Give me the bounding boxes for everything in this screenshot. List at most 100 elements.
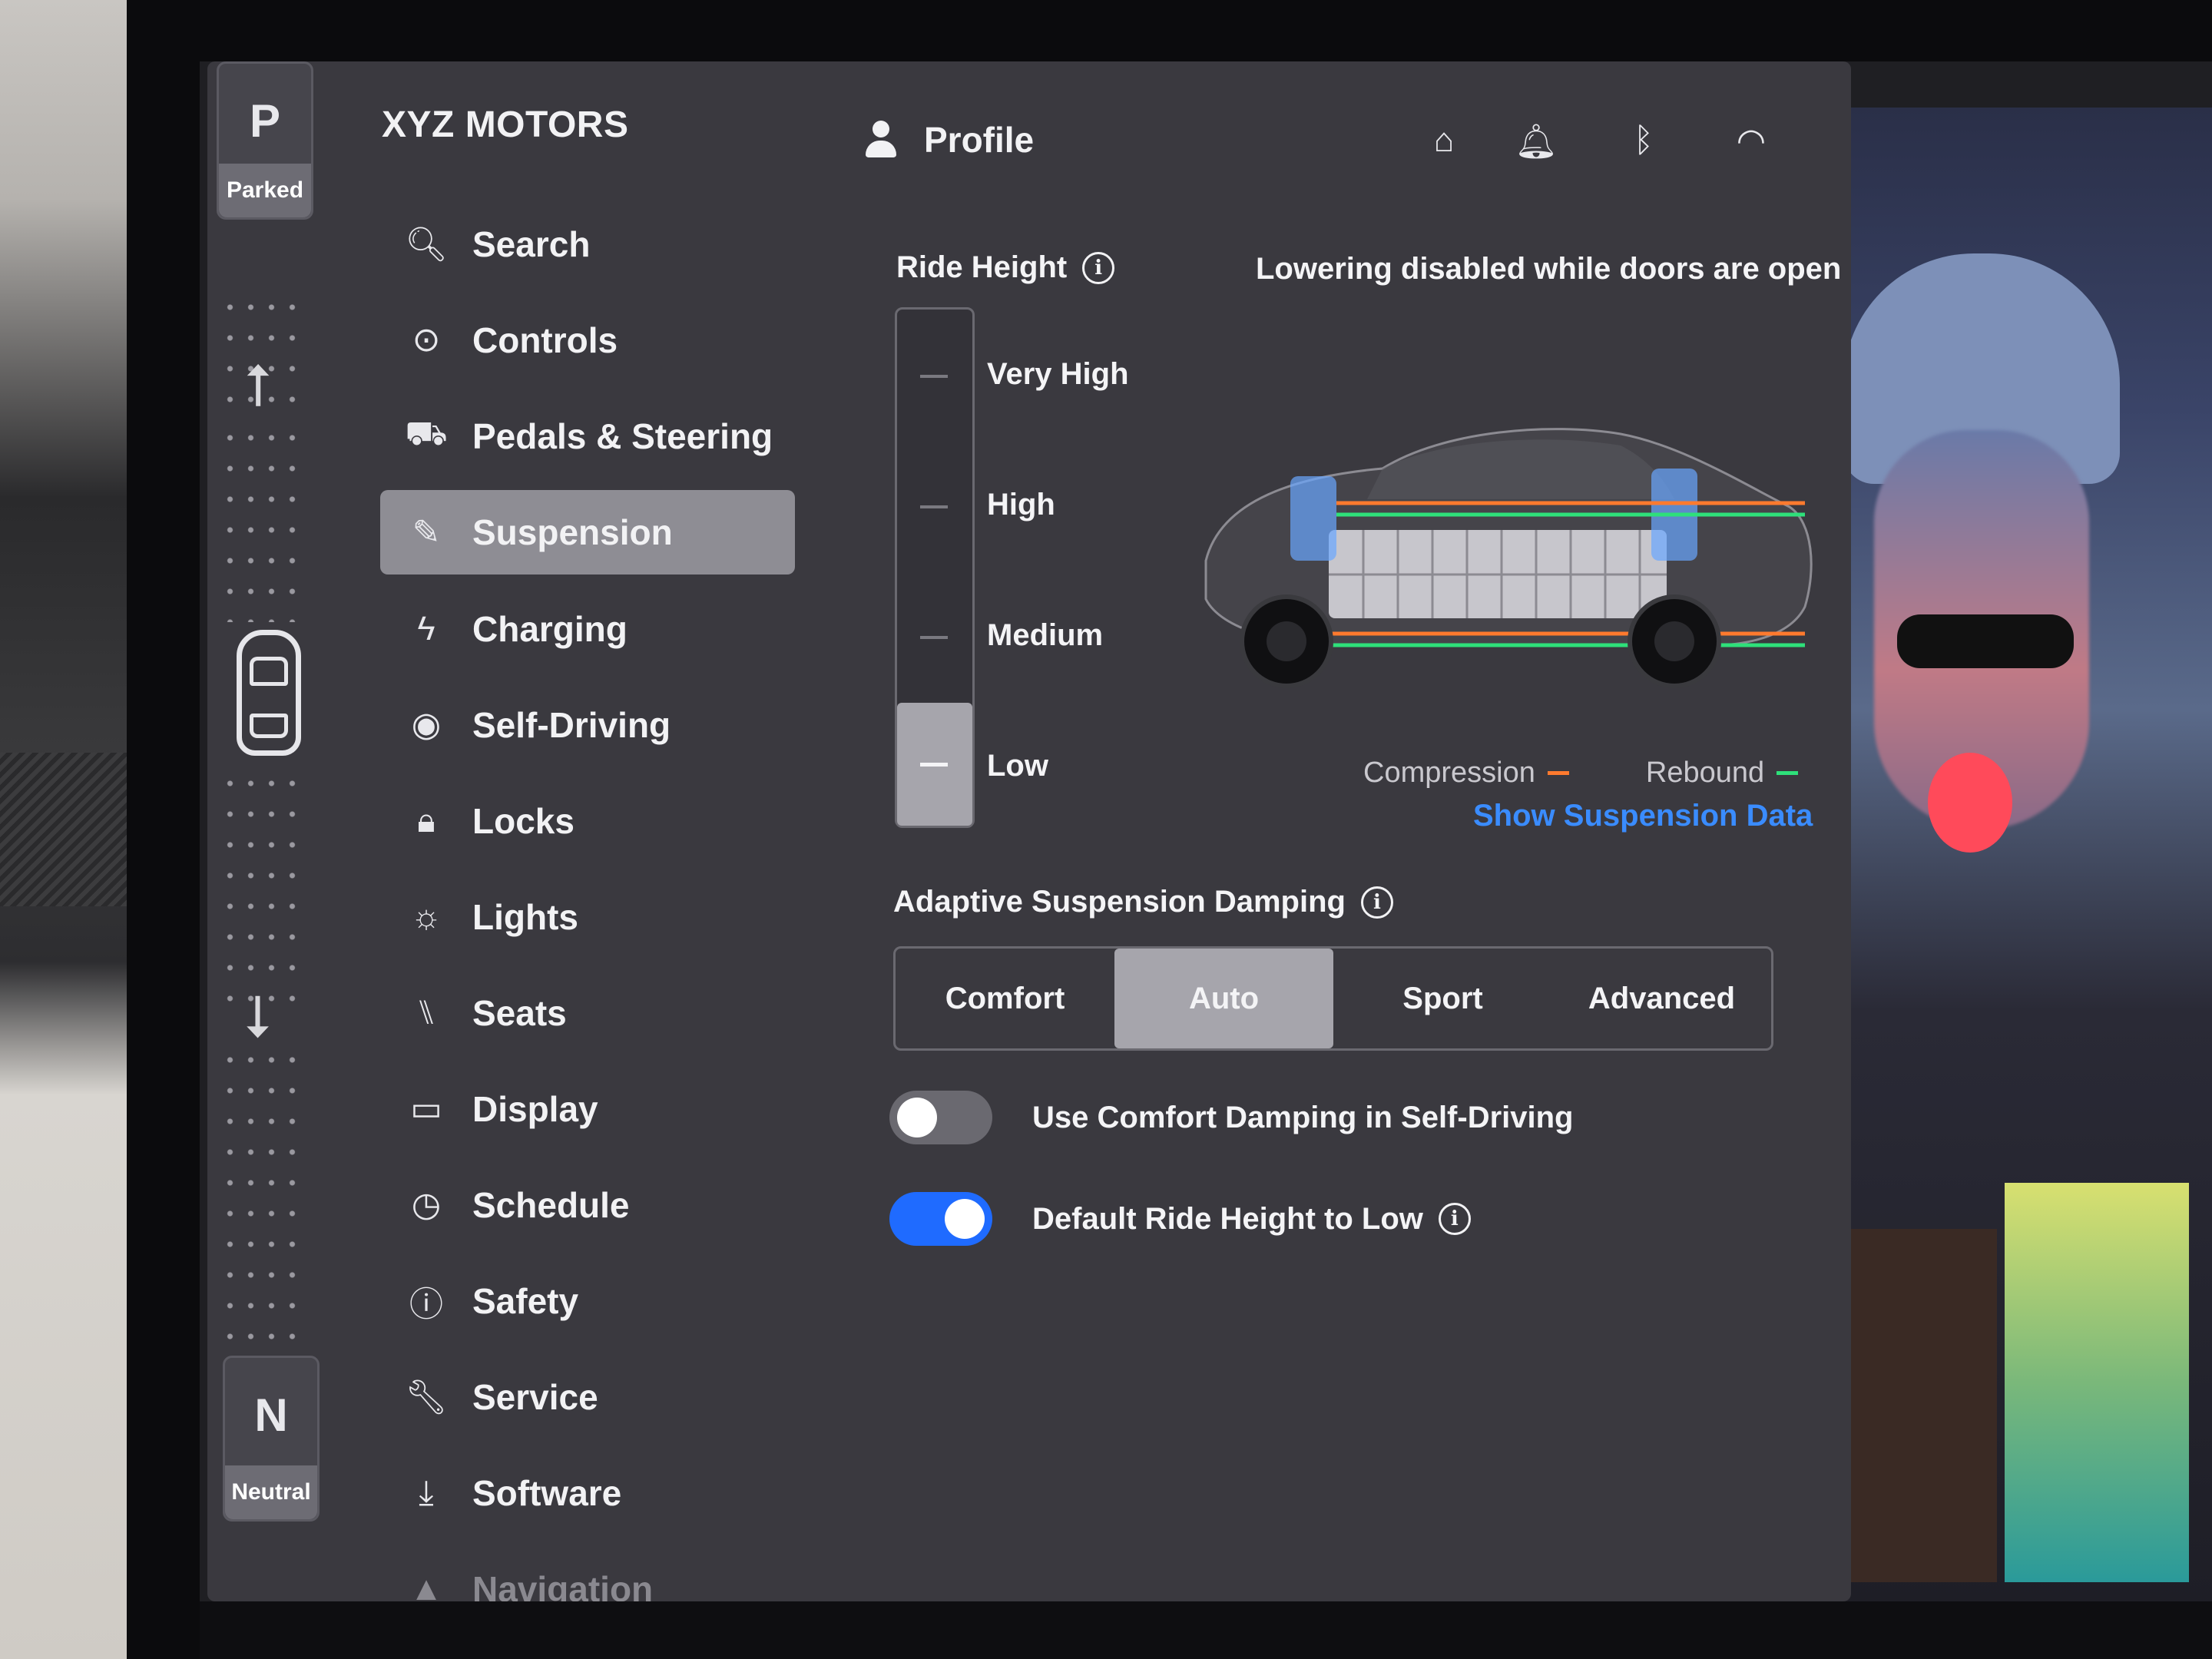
nav-item-seats[interactable]: ⑊ Seats xyxy=(380,965,795,1061)
gear-status-label: Neutral xyxy=(225,1465,317,1519)
background-video-area xyxy=(1828,108,2212,1613)
safety-icon: ⓘ xyxy=(409,1285,443,1323)
ride-height-title: Ride Height i xyxy=(896,250,1115,285)
lightning-icon: ϟ xyxy=(417,609,435,647)
lock-icon: 🔒︎ xyxy=(417,801,435,839)
nav-label: Lights xyxy=(472,896,578,937)
nav-item-schedule[interactable]: ◷ Schedule xyxy=(380,1157,795,1253)
nav-label: Search xyxy=(472,224,591,264)
carbon-trim xyxy=(0,753,127,906)
bell-icon[interactable]: 🔔︎ xyxy=(1482,121,1590,161)
settings-nav: 🔍︎ Search ⊙ Controls ⛟ Pedals & Steering… xyxy=(380,196,795,1637)
clock-icon: ◷ xyxy=(411,1186,442,1224)
video-thumbnail xyxy=(2005,1183,2189,1582)
comfort-damping-toggle[interactable] xyxy=(889,1091,992,1144)
nav-item-software[interactable]: ⤓ Software xyxy=(380,1445,795,1541)
default-ride-height-label: Default Ride Height to Low xyxy=(1032,1201,1423,1236)
nav-item-display[interactable]: ▭ Display xyxy=(380,1061,795,1157)
nav-label: Schedule xyxy=(472,1184,630,1225)
front-strut xyxy=(1290,476,1336,561)
info-icon[interactable]: i xyxy=(1360,886,1393,919)
gear-track-dots xyxy=(220,1045,304,1344)
gear-letter: P xyxy=(249,95,281,147)
video-thumbnail xyxy=(1828,1229,1997,1582)
rear-hub xyxy=(1654,621,1694,661)
profile-button[interactable]: Profile xyxy=(864,119,1034,161)
damping-option-auto[interactable]: Auto xyxy=(1114,949,1333,1048)
damping-option-advanced[interactable]: Advanced xyxy=(1552,949,1771,1048)
ride-height-option-medium[interactable]: Medium xyxy=(987,618,1103,653)
nav-label: Service xyxy=(472,1376,598,1417)
nav-label: Safety xyxy=(472,1280,579,1321)
bluetooth-icon[interactable]: ᛒ xyxy=(1590,121,1697,161)
rebound-label: Rebound xyxy=(1645,757,1765,789)
toggle-knob xyxy=(945,1199,985,1239)
nav-label: Self-Driving xyxy=(472,704,671,745)
default-ride-height-row: Default Ride Height to Low i xyxy=(889,1192,1471,1246)
slider-tick xyxy=(920,505,948,508)
garage-icon[interactable]: ⌂ xyxy=(1406,121,1482,161)
nav-label: Suspension xyxy=(472,512,673,552)
nav-item-search[interactable]: 🔍︎ Search xyxy=(380,196,795,292)
default-ride-height-toggle[interactable] xyxy=(889,1192,992,1246)
nav-label: Display xyxy=(472,1088,598,1129)
wifi-icon[interactable]: ◠ xyxy=(1697,121,1805,161)
toggle-icon: ⊙ xyxy=(412,321,441,359)
nav-item-charging[interactable]: ϟ Charging xyxy=(380,581,795,677)
damping-mode-selector: Comfort Auto Sport Advanced xyxy=(893,946,1773,1051)
nav-item-self-driving[interactable]: ◉ Self-Driving xyxy=(380,677,795,773)
nav-label: Charging xyxy=(472,608,628,649)
video-glasses xyxy=(1897,614,2074,668)
arrow-down-icon: ⭣ xyxy=(244,984,272,1049)
ride-height-option-high[interactable]: High xyxy=(987,488,1055,522)
lowering-disabled-note: Lowering disabled while doors are open xyxy=(1256,252,1842,286)
info-icon[interactable]: i xyxy=(1082,251,1115,284)
compression-label: Compression xyxy=(1363,757,1535,789)
compression-swatch xyxy=(1547,771,1569,775)
download-icon: ⤓ xyxy=(419,1473,434,1512)
gear-letter: N xyxy=(254,1389,288,1441)
display-icon: ▭ xyxy=(410,1090,442,1128)
rebound-swatch xyxy=(1777,771,1799,775)
comfort-damping-row: Use Comfort Damping in Self-Driving xyxy=(889,1091,1574,1144)
damping-option-sport[interactable]: Sport xyxy=(1333,949,1552,1048)
light-icon: ☼ xyxy=(410,897,442,935)
person-icon xyxy=(864,121,898,159)
damping-option-comfort[interactable]: Comfort xyxy=(896,949,1114,1048)
gear-selector[interactable]: P Parked ⭡ ⭣ N Neutral xyxy=(214,61,320,1567)
video-mouth xyxy=(1928,753,2012,853)
nav-item-pedals-steering[interactable]: ⛟ Pedals & Steering xyxy=(380,388,795,484)
ride-height-label: Ride Height xyxy=(896,250,1068,284)
profile-label: Profile xyxy=(924,120,1035,160)
ride-height-thumb[interactable] xyxy=(897,703,972,826)
adaptive-damping-title: Adaptive Suspension Damping i xyxy=(893,885,1393,919)
nav-label: Pedals & Steering xyxy=(472,416,773,456)
show-suspension-data-link[interactable]: Show Suspension Data xyxy=(1473,799,1813,833)
ride-height-option-very-high[interactable]: Very High xyxy=(987,357,1129,392)
adaptive-damping-label: Adaptive Suspension Damping xyxy=(893,885,1346,919)
nav-item-service[interactable]: 🔧︎ Service xyxy=(380,1349,795,1445)
nav-item-lights[interactable]: ☼ Lights xyxy=(380,869,795,965)
car-icon: ⛟ xyxy=(405,414,448,452)
nav-item-locks[interactable]: 🔒︎ Locks xyxy=(380,773,795,869)
search-icon: 🔍︎ xyxy=(405,225,448,263)
info-icon[interactable]: i xyxy=(1438,1203,1471,1235)
nav-label: Controls xyxy=(472,320,618,360)
gear-neutral-button[interactable]: N Neutral xyxy=(223,1356,320,1522)
ride-height-option-low[interactable]: Low xyxy=(987,749,1048,783)
nav-item-suspension[interactable]: ✎ Suspension xyxy=(380,490,795,575)
ride-height-slider[interactable] xyxy=(895,307,975,828)
car-suspension-render xyxy=(1204,428,1813,688)
nav-label: Locks xyxy=(472,800,575,841)
toggle-knob xyxy=(897,1098,937,1137)
header-status-icons: ⌂ 🔔︎ ᛒ ◠ xyxy=(1406,121,1805,161)
nav-item-controls[interactable]: ⊙ Controls xyxy=(380,292,795,388)
comfort-damping-label: Use Comfort Damping in Self-Driving xyxy=(1032,1100,1574,1134)
gear-track-dots xyxy=(220,768,304,1014)
nav-item-safety[interactable]: ⓘ Safety xyxy=(380,1253,795,1349)
car-top-view-icon xyxy=(237,630,301,756)
wrench-icon: 🔧︎ xyxy=(405,1378,448,1416)
suspension-icon: ✎ xyxy=(412,513,441,551)
damping-legend: Compression Rebound xyxy=(1363,757,1799,790)
gear-park-button[interactable]: P Parked xyxy=(217,61,313,220)
